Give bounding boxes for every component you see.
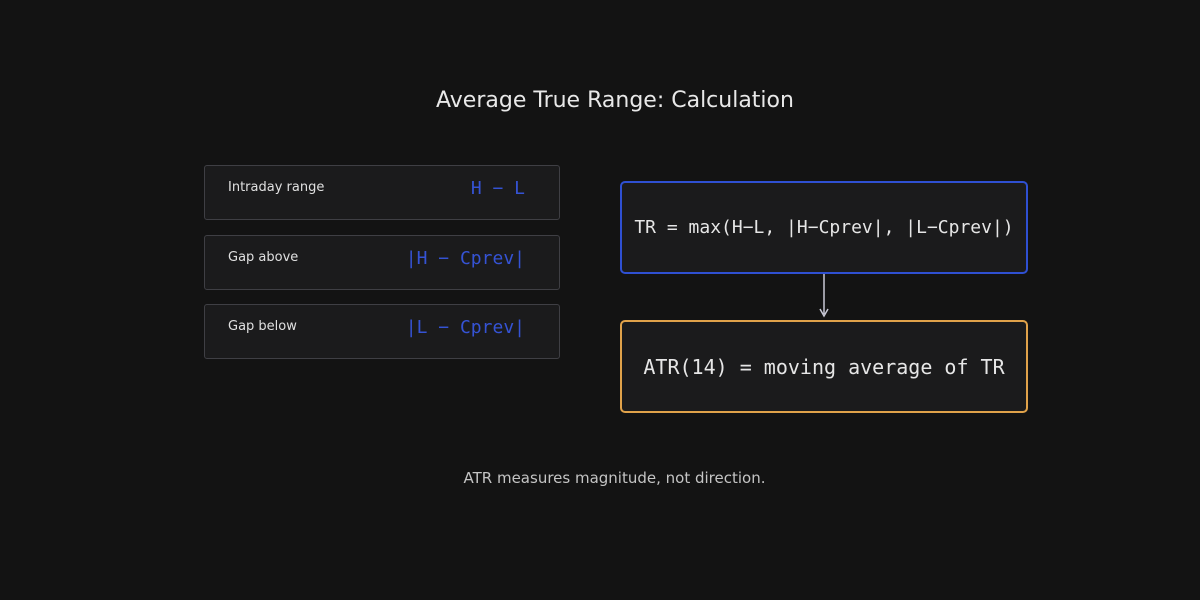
component-label: Intraday range bbox=[228, 180, 325, 195]
atr-box: ATR(14) = moving average of TR bbox=[620, 320, 1028, 413]
component-label: Gap below bbox=[228, 319, 297, 334]
flow-arrow-icon bbox=[819, 274, 829, 318]
true-range-box: TR = max(H−L, |H−Cprev|, |L−Cprev|) bbox=[620, 181, 1028, 274]
component-formula: H − L bbox=[470, 178, 525, 199]
diagram-title: Average True Range: Calculation bbox=[436, 88, 794, 113]
component-label: Gap above bbox=[228, 250, 299, 265]
component-card-gap-below: Gap below |L − Cprev| bbox=[204, 304, 560, 359]
component-formula: |H − Cprev| bbox=[405, 248, 525, 269]
component-formula: |L − Cprev| bbox=[405, 317, 525, 338]
component-card-intraday-range: Intraday range H − L bbox=[204, 165, 560, 220]
footnote: ATR measures magnitude, not direction. bbox=[463, 469, 766, 487]
component-card-gap-above: Gap above |H − Cprev| bbox=[204, 235, 560, 290]
